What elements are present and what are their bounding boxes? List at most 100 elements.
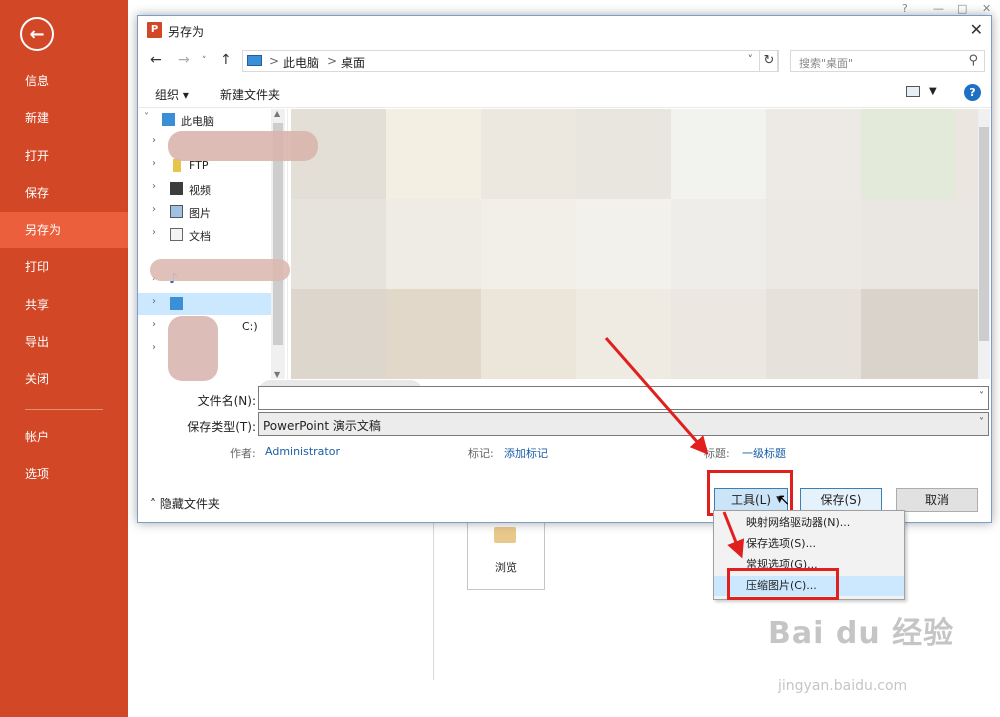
scroll-thumb[interactable] [979,127,989,341]
breadcrumb-desktop[interactable]: 桌面 [341,54,365,71]
search-input[interactable]: 搜索"桌面" ⚲ [790,50,985,72]
browse-tile[interactable]: 浏览 [467,518,545,590]
up-icon[interactable]: ↑ [220,52,232,68]
nav-item-save-as[interactable]: 另存为 [0,212,128,248]
mouse-cursor-icon: ↖ [777,490,791,509]
nav-item-save[interactable]: 保存 [0,175,128,211]
chevron-right-icon[interactable]: › [152,181,156,192]
chevron-right-icon[interactable]: › [152,342,156,353]
tags-label: 标记: [468,447,494,460]
chevron-right-icon[interactable]: › [152,319,156,330]
nav-item-open[interactable]: 打开 [0,138,128,174]
chevron-down-icon[interactable]: ˅ [748,53,754,66]
chevron-right-icon[interactable]: › [152,227,156,238]
breadcrumb-pc[interactable]: 此电脑 [283,54,319,71]
blur-tile [576,199,671,289]
tree-item-desktop[interactable]: › [138,293,278,315]
back-icon[interactable]: ← [150,52,162,68]
chevron-down-icon[interactable]: ˅ [979,391,984,402]
close-window-icon[interactable]: ✕ [982,2,991,15]
chevron-right-icon[interactable]: › [152,158,156,169]
tree-label: 此电脑 [181,115,214,128]
nav-item-export[interactable]: 导出 [0,324,128,360]
nav-item-print[interactable]: 打印 [0,249,128,285]
tree-item-this-pc[interactable]: ˅ 此电脑 [138,109,278,131]
nav-item-close[interactable]: 关闭 [0,361,128,397]
file-list[interactable] [291,109,981,379]
menu-item-map-drive[interactable]: 映射网络驱动器(N)... [714,513,904,533]
breadcrumb-separator: > [269,54,280,68]
tree-item-videos[interactable]: › 视频 [138,178,278,200]
new-folder-button[interactable]: 新建文件夹 [220,86,280,103]
chevron-right-icon[interactable]: › [152,204,156,215]
recent-dropdown-icon[interactable]: ˅ [202,56,207,66]
save-type-value: PowerPoint 演示文稿 [263,419,381,433]
forward-icon[interactable]: → [178,52,190,68]
blur-tile [386,289,481,379]
address-bar[interactable]: > 此电脑 > 桌面 ˅ [242,50,778,72]
nav-item-info[interactable]: 信息 [0,63,128,99]
view-icon[interactable] [906,86,920,97]
title-label: 标题: [704,447,730,460]
close-icon[interactable]: ✕ [970,20,983,39]
view-dropdown-icon[interactable]: ▼ [929,86,937,97]
hide-folders-toggle[interactable]: ˄ 隐藏文件夹 [150,495,220,512]
search-placeholder: 搜索"桌面" [799,57,854,70]
tree-item-pictures[interactable]: › 图片 [138,201,278,223]
redaction [168,131,318,161]
chevron-right-icon[interactable]: › [152,135,156,146]
chevron-down-icon[interactable]: ˅ [144,112,149,123]
scroll-down-icon[interactable]: ▼ [274,370,280,379]
file-name-label: 文件名(N): [197,394,256,408]
blur-tile [671,109,766,199]
nav-item-account[interactable]: 帐户 [0,419,128,455]
picture-icon [170,205,183,218]
maximize-icon[interactable]: □ [957,2,967,15]
blur-tile [481,199,576,289]
nav-item-share[interactable]: 共享 [0,287,128,323]
document-icon [170,228,183,241]
pc-icon [247,55,262,66]
refresh-icon[interactable]: ↻ [759,50,779,72]
blur-tile [386,109,481,199]
blur-tile [671,289,766,379]
cancel-button[interactable]: 取消 [896,488,978,512]
help-icon[interactable]: ? [964,84,981,101]
blur-tile [861,109,956,199]
search-icon: ⚲ [968,53,978,68]
nav-item-options[interactable]: 选项 [0,456,128,492]
baidu-watermark: Bai du 经验 [768,616,955,651]
dialog-title: 另存为 [168,25,205,39]
tree-item-documents[interactable]: › 文档 [138,224,278,246]
pc-icon [162,113,175,126]
title-value[interactable]: 一级标题 [742,445,786,461]
blur-tile [386,199,481,289]
file-name-input[interactable]: ˅ [258,386,989,410]
blur-tile [766,289,861,379]
dialog-toolbar: 组织 ▾ 新建文件夹 ▼ ? [138,80,991,108]
baidu-watermark-url: jingyan.baidu.com [778,678,908,694]
tags-value[interactable]: 添加标记 [504,445,548,461]
blur-tile [861,289,981,379]
author-value[interactable]: Administrator [265,445,340,458]
save-type-select[interactable]: PowerPoint 演示文稿 ˅ [258,412,989,436]
chevron-right-icon[interactable]: › [152,296,156,307]
browse-label: 浏览 [495,561,517,574]
backstage-sidebar: ← 信息 新建 打开 保存 另存为 打印 共享 导出 关闭 帐户 选项 [0,0,128,717]
chevron-down-icon[interactable]: ˅ [979,417,984,428]
nav-item-new[interactable]: 新建 [0,100,128,136]
menu-item-save-options[interactable]: 保存选项(S)... [714,534,904,554]
hide-folders-label: 隐藏文件夹 [159,497,220,511]
help-window-icon[interactable]: ? [902,2,908,15]
blur-tile [576,289,671,379]
save-button[interactable]: 保存(S) [800,488,882,512]
tree-label: 视频 [189,184,211,197]
minimize-icon[interactable]: — [933,2,944,15]
tree-label: 图片 [189,207,211,220]
file-scrollbar[interactable] [978,109,990,379]
back-arrow-icon[interactable]: ← [20,17,54,51]
organize-button[interactable]: 组织 ▾ [155,86,189,103]
save-as-dialog: P 另存为 ✕ ← → ˅ ↑ > 此电脑 > 桌面 ˅ ↻ 搜索"桌面" ⚲ … [137,15,992,523]
scroll-up-icon[interactable]: ▲ [274,109,280,118]
blur-tile [766,199,861,289]
